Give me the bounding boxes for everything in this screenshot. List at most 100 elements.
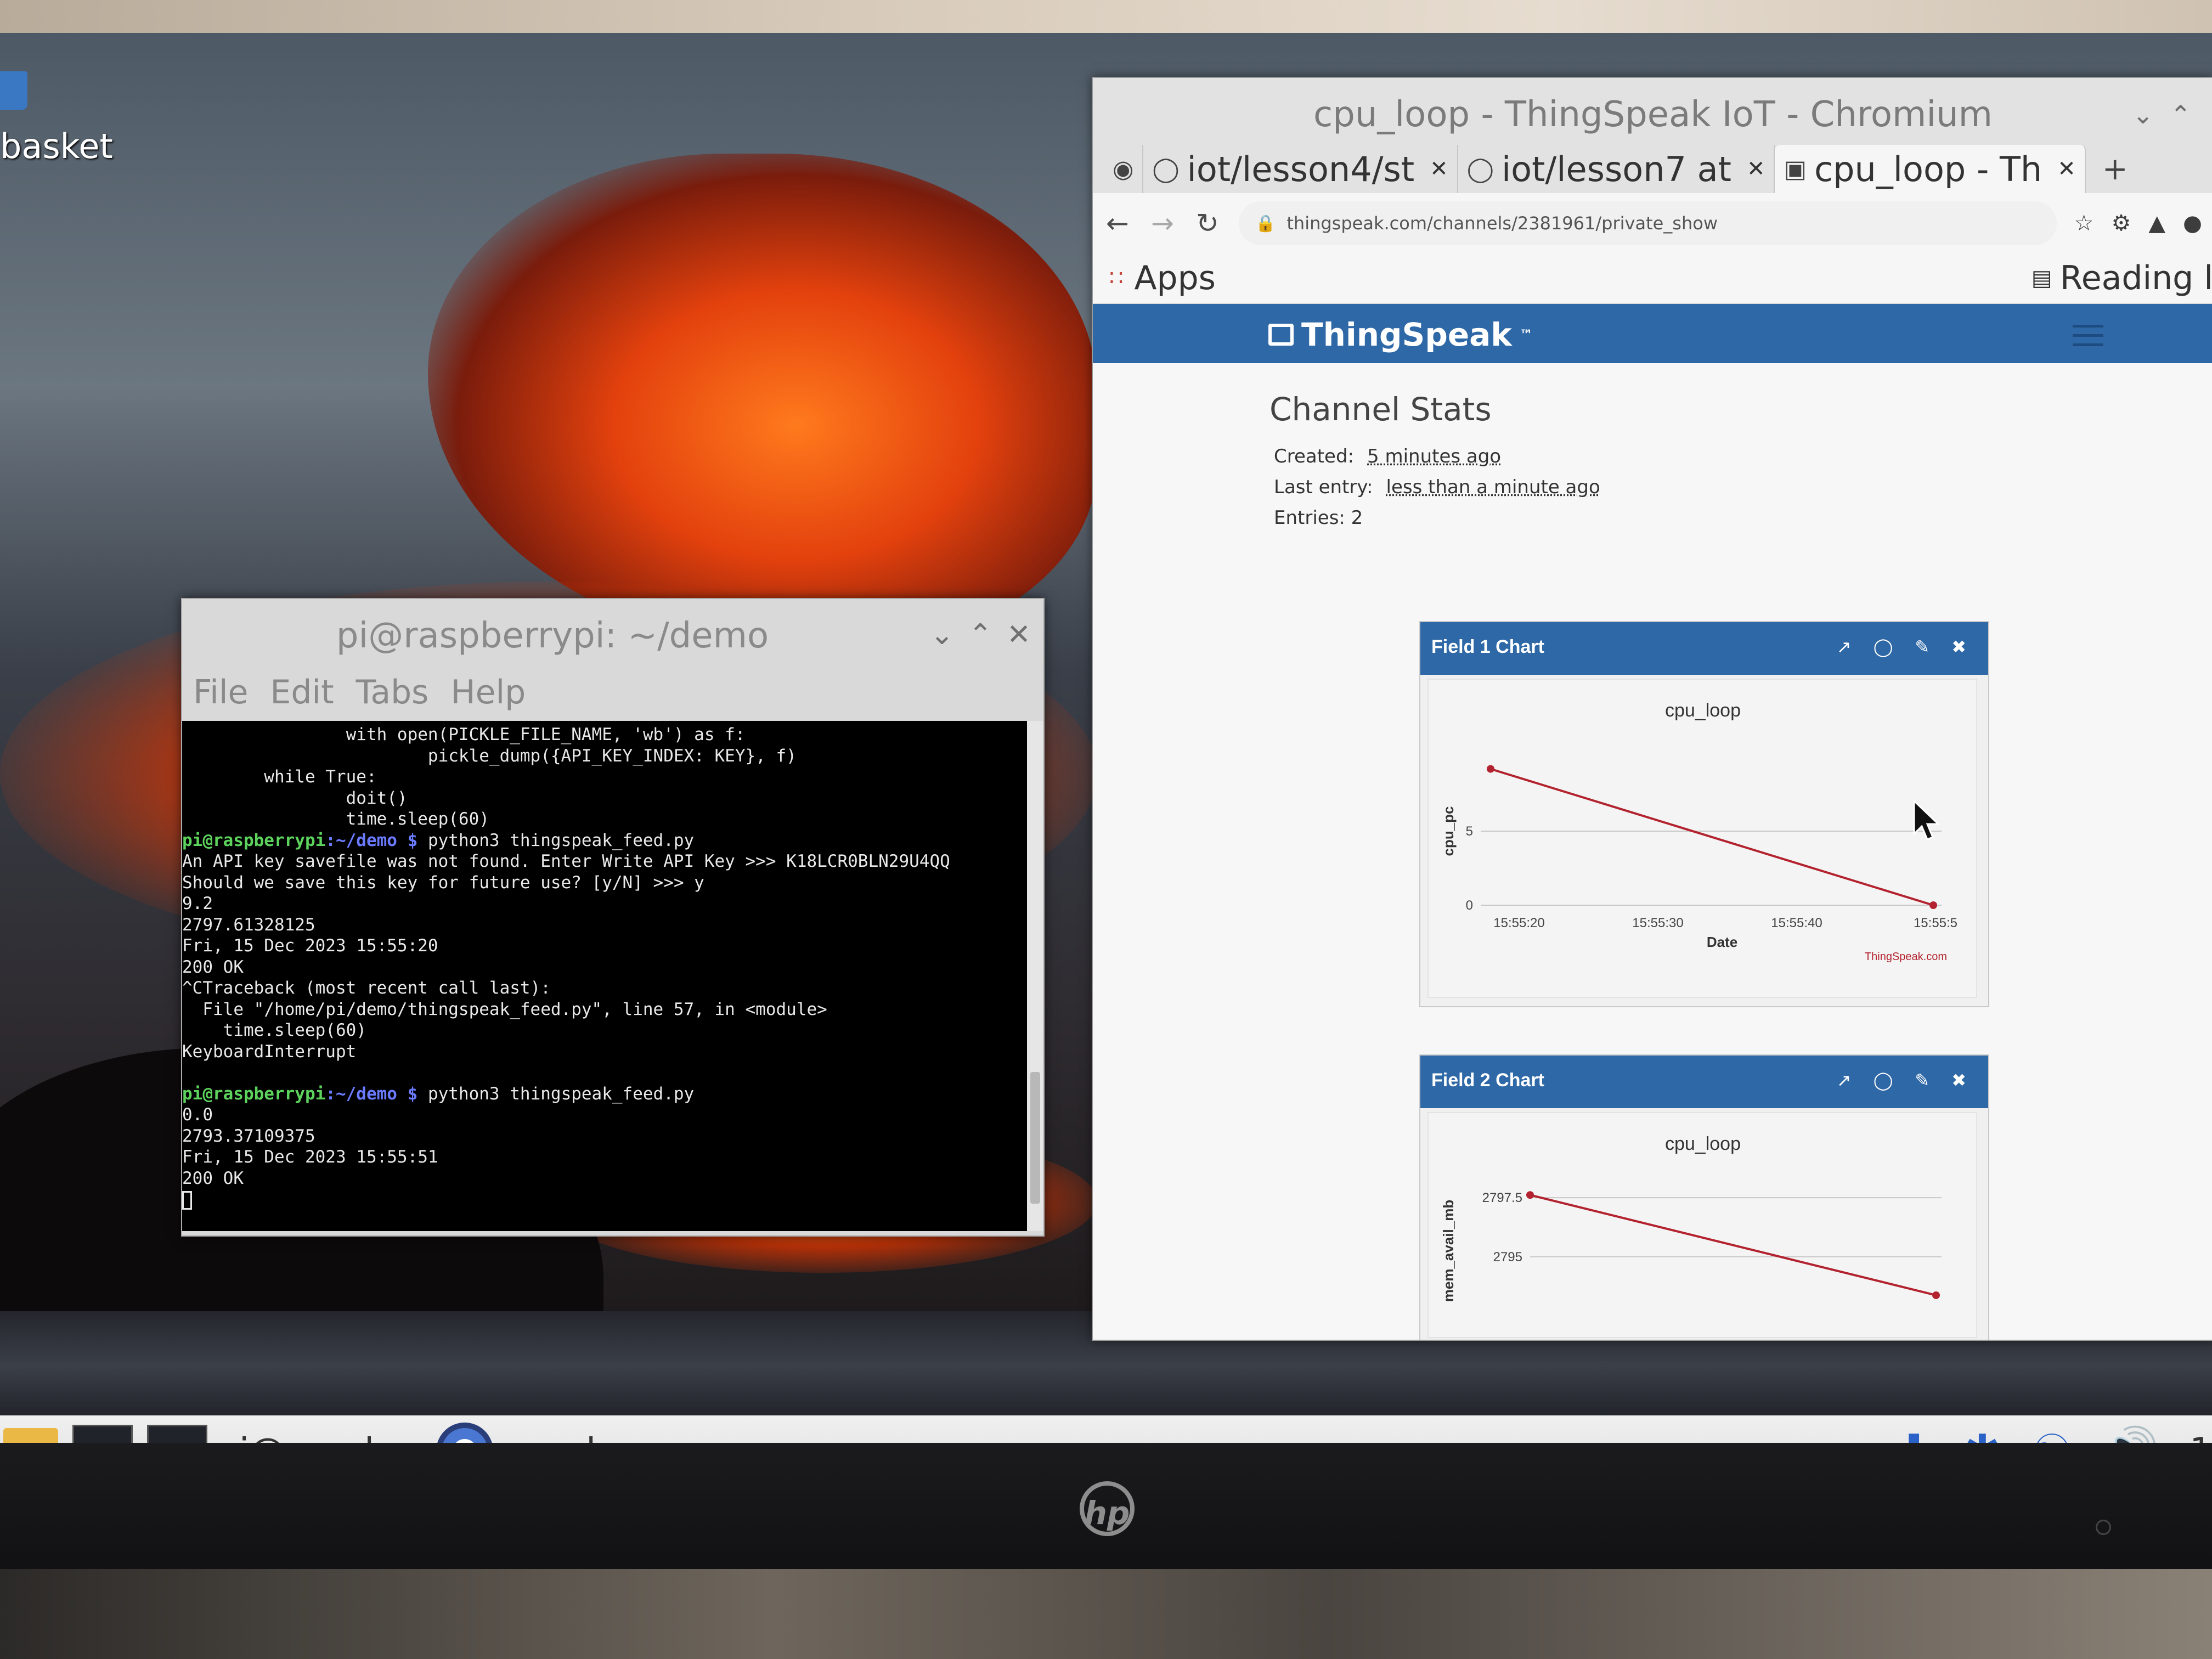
chart-credit: ThingSpeak.com [1865, 951, 1947, 963]
apps-grid-icon[interactable]: ∷ [1109, 266, 1123, 291]
tab-lesson7[interactable]: ◯ iot/lesson7 at ✕ [1458, 145, 1775, 193]
y-tick-label: 0 [1466, 898, 1473, 913]
browser-title: cpu_loop - ThingSpeak IoT - Chromium [1313, 94, 1993, 135]
menu-tabs[interactable]: Tabs [356, 673, 429, 712]
edit-pencil-icon[interactable]: ✎ [1915, 636, 1929, 657]
card-tools: ↗ ◯ ✎ ✖ [1837, 636, 1966, 657]
terminal-scrollbar[interactable] [1027, 721, 1043, 1231]
reading-list-button[interactable]: ▤ Reading l [2032, 259, 2212, 297]
menu-edit[interactable]: Edit [270, 673, 334, 712]
terminal-line: 200 OK [182, 1168, 244, 1188]
lock-icon[interactable]: 🔒 [1255, 214, 1276, 233]
trash-label[interactable]: basket [0, 126, 113, 166]
terminal-line: Should we save this key for future use? … [182, 872, 704, 893]
scrollbar-thumb[interactable] [1030, 1072, 1040, 1204]
tab-close-icon[interactable]: ✕ [1747, 156, 1765, 182]
tab-raspberry[interactable]: ◉ [1104, 145, 1144, 193]
chart-title: cpu_loop [1665, 1133, 1741, 1154]
back-icon[interactable]: ← [1104, 207, 1131, 239]
tab-lesson4[interactable]: ◯ iot/lesson4/st ✕ [1143, 145, 1458, 193]
hamburger-menu-icon[interactable] [2073, 325, 2103, 353]
field-1-chart[interactable]: cpu_loop cpu_pc 0 5 15:55:20 15:55:30 15:55:40… [1420, 675, 1986, 1004]
y-tick-label: 5 [1466, 824, 1473, 839]
comment-icon[interactable]: ◯ [1874, 636, 1893, 657]
external-link-icon[interactable]: ↗ [1837, 1070, 1852, 1091]
card-title: Field 2 Chart [1431, 1070, 1544, 1091]
tab-label: iot/lesson4/st [1187, 149, 1415, 189]
power-button[interactable] [2096, 1520, 2111, 1535]
reading-list-label: Reading l [2059, 259, 2212, 297]
chat-bubble-icon [1268, 324, 1294, 346]
chart-area: cpu_loop cpu_pc 0 5 15:55:20 15:55:30 15:55:40… [1420, 675, 1988, 1004]
forward-icon[interactable]: → [1149, 207, 1176, 239]
profile-icon[interactable]: ● [2183, 211, 2202, 236]
trash-icon[interactable] [0, 66, 33, 121]
terminal-line [182, 1189, 1027, 1210]
terminal-line: pi@raspberrypi:~/demo $ python3 thingspe… [182, 830, 1027, 851]
thingspeak-logo[interactable]: ThingSpeak ™ [1268, 316, 1533, 353]
terminal-line: 2793.37109375 [182, 1126, 315, 1146]
card-header: Field 1 Chart ↗ ◯ ✎ ✖ [1420, 622, 1988, 675]
terminal-line: ^CTraceback (most recent call last): [182, 978, 551, 998]
tab-close-icon[interactable]: ✕ [2057, 156, 2076, 182]
y-axis-label: mem_avail_mb [1440, 1200, 1457, 1302]
browser-titlebar[interactable]: cpu_loop - ThingSpeak IoT - Chromium ⌄⌃ [1093, 78, 2212, 138]
tab-label: cpu_loop - Th [1814, 149, 2042, 189]
card-header: Field 2 Chart ↗ ◯ ✎ ✖ [1420, 1056, 1988, 1108]
brand-name: ThingSpeak [1301, 316, 1512, 353]
address-bar[interactable]: 🔒 thingspeak.com/channels/2381961/privat… [1239, 201, 2057, 245]
close-icon[interactable]: ✖ [1951, 636, 1966, 657]
terminal-line: KeyboardInterrupt [182, 1041, 357, 1062]
terminal-titlebar[interactable]: pi@raspberrypi: ~/demo ⌄ ⌃ ✕ [182, 599, 1043, 665]
terminal-line: Fri, 15 Dec 2023 15:55:51 [182, 1147, 438, 1167]
new-tab-button[interactable]: + [2086, 145, 2128, 193]
terminal-window[interactable]: pi@raspberrypi: ~/demo ⌄ ⌃ ✕ File Edit T… [181, 598, 1045, 1237]
apps-bookmark[interactable]: Apps [1134, 259, 1215, 297]
terminal-line: An API key savefile was not found. Enter… [182, 851, 950, 871]
field-2-chart-card: Field 2 Chart ↗ ◯ ✎ ✖ cpu_loop mem_avail_… [1419, 1054, 1989, 1340]
extensions-icon[interactable]: ⚙ [2111, 211, 2131, 236]
github-icon: ◯ [1466, 155, 1494, 183]
window-controls[interactable]: ⌄⌃ [2132, 100, 2208, 129]
menu-help[interactable]: Help [450, 673, 526, 712]
edit-pencil-icon[interactable]: ✎ [1915, 1070, 1929, 1091]
y-axis-label: cpu_pc [1440, 806, 1457, 856]
created-row: Created: 5 minutes ago [1274, 445, 1501, 467]
tab-close-icon[interactable]: ✕ [1430, 156, 1448, 182]
star-icon[interactable]: ☆ [2074, 211, 2094, 236]
thingspeak-navbar: ThingSpeak ™ [1093, 304, 2212, 364]
tab-cpu-loop[interactable]: ▣ cpu_loop - Th ✕ [1775, 145, 2086, 193]
close-icon[interactable]: ✕ [1005, 620, 1032, 649]
tab-label: iot/lesson7 at [1501, 149, 1731, 189]
close-icon[interactable]: ✖ [1951, 1070, 1966, 1091]
minimize-icon[interactable]: ⌄ [928, 620, 956, 649]
x-tick-label: 15:55:20 [1493, 916, 1544, 930]
external-link-icon[interactable]: ↗ [1837, 636, 1852, 657]
data-point [1929, 901, 1937, 909]
last-entry-value: less than a minute ago [1386, 476, 1600, 498]
menu-file[interactable]: File [193, 673, 248, 712]
reload-icon[interactable]: ↻ [1194, 207, 1221, 239]
created-label: Created: [1274, 445, 1355, 467]
terminal-output[interactable]: with open(PICKLE_FILE_NAME, 'wb') as f: … [182, 721, 1027, 1231]
terminal-line: 0.0 [182, 1105, 213, 1125]
maximize-icon[interactable]: ⌃ [967, 620, 994, 649]
field-2-chart[interactable]: cpu_loop mem_avail_mb 2795 2797.5 [1420, 1108, 1986, 1339]
x-tick-label: 15:55:40 [1771, 916, 1822, 930]
terminal-menubar: File Edit Tabs Help [182, 665, 1043, 720]
prompt-user: pi@raspberrypi [182, 1084, 326, 1104]
tab-strip: ◉ ◯ iot/lesson4/st ✕ ◯ iot/lesson7 at ✕ … [1093, 138, 2212, 193]
terminal-line: time.sleep(60) [182, 809, 489, 829]
data-point [1487, 765, 1494, 773]
chart-title: cpu_loop [1665, 700, 1741, 721]
comment-icon[interactable]: ◯ [1874, 1070, 1893, 1091]
labs-icon[interactable]: ▲ [2148, 211, 2165, 236]
command-text: python3 thingspeak_feed.py [427, 830, 695, 850]
terminal-line: with open(PICKLE_FILE_NAME, 'wb') as f: [182, 725, 746, 744]
browser-window[interactable]: cpu_loop - ThingSpeak IoT - Chromium ⌄⌃ … [1092, 77, 2212, 1341]
channel-stats-heading: Channel Stats [1269, 391, 1492, 428]
data-point [1932, 1291, 1940, 1299]
toolbar: ← → ↻ 🔒 thingspeak.com/channels/2381961/… [1093, 193, 2212, 253]
bookmarks-bar: ∷ Apps ▤ Reading l [1093, 253, 2212, 304]
